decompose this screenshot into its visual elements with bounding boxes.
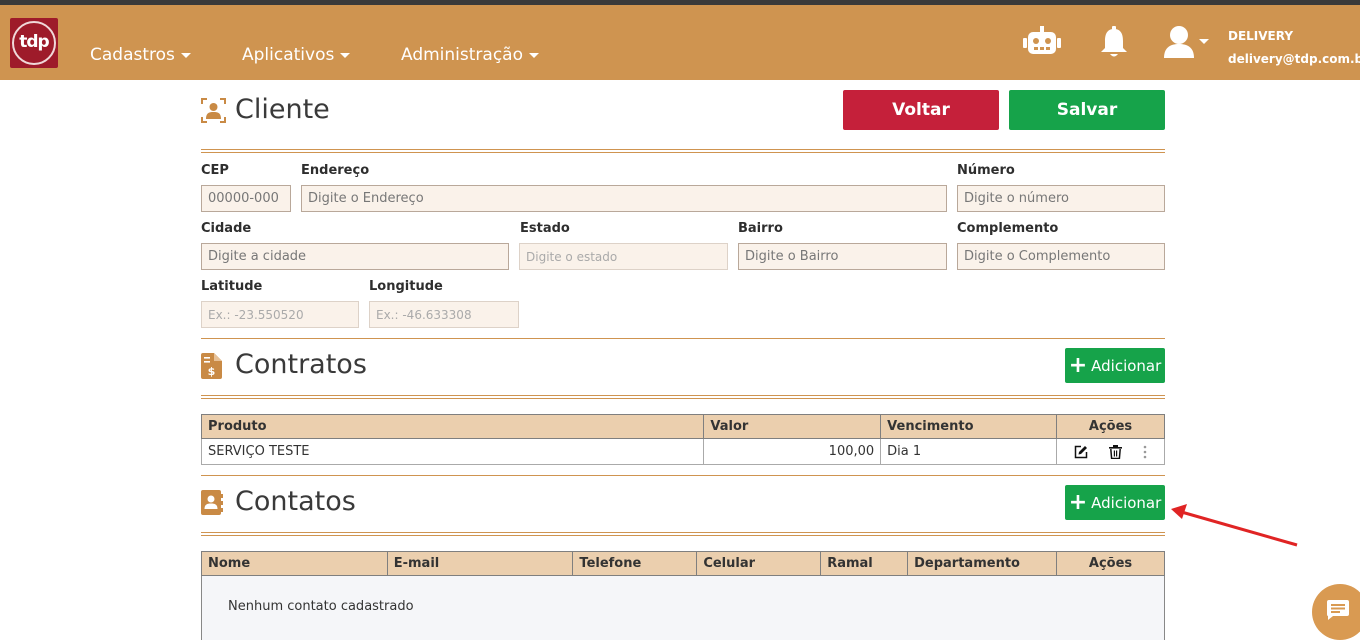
caret-down-icon [180, 52, 191, 58]
bairro-label: Bairro [738, 221, 783, 236]
caret-down-icon [340, 52, 351, 58]
add-contato-label: Adicionar [1091, 493, 1162, 512]
table-header-row: Produto Valor Vencimento Ações [200, 414, 1165, 439]
estado-label: Estado [520, 221, 570, 236]
menu-aplicativos-label: Aplicativos [242, 45, 335, 65]
add-contrato-button[interactable]: + Adicionar [1065, 348, 1165, 383]
column-header: Celular [696, 551, 822, 576]
column-header: Nome [201, 551, 388, 576]
column-header: E-mail [386, 551, 574, 576]
contract-icon: $ [201, 353, 222, 379]
latitude-input[interactable]: Ex.: -23.550520 [201, 301, 359, 328]
numero-label: Número [957, 163, 1015, 178]
contratos-table: Produto Valor Vencimento Ações SERVIÇO T… [200, 414, 1165, 465]
divider [201, 338, 1165, 339]
column-header: Valor [703, 414, 882, 439]
svg-text:$: $ [208, 365, 216, 378]
chat-button[interactable] [1312, 584, 1360, 640]
complemento-input[interactable]: Digite o Complemento [957, 243, 1165, 270]
valor-cell: 100,00 [703, 438, 882, 465]
logo-text: tdp [19, 32, 49, 52]
robot-icon[interactable] [1023, 26, 1061, 58]
cep-input[interactable]: 00000-000 [201, 185, 291, 212]
estado-input[interactable]: Digite o estado [519, 243, 728, 270]
cidade-label: Cidade [201, 221, 252, 236]
column-header: Ações [1056, 551, 1165, 576]
numero-input[interactable]: Digite o número [957, 185, 1165, 212]
navbar: tdp Cadastros Aplicativos Administração … [0, 5, 1360, 80]
contratos-title: Contratos [235, 349, 367, 380]
column-header: Departamento [907, 551, 1058, 576]
user-name[interactable]: DELIVERY [1228, 29, 1293, 43]
contatos-title: Contatos [235, 486, 356, 517]
caret-down-icon [529, 52, 539, 58]
menu-cadastros[interactable]: Cadastros [90, 45, 191, 65]
tdp-logo[interactable]: tdp [10, 18, 58, 68]
divider [201, 149, 1165, 153]
column-header: Telefone [572, 551, 698, 576]
cep-label: CEP [201, 163, 229, 178]
menu-administracao[interactable]: Administração [401, 45, 539, 65]
plus-icon: + [1068, 352, 1088, 378]
actions-cell [1056, 438, 1165, 465]
divider [201, 395, 1165, 399]
empty-message: Nenhum contato cadastrado [228, 599, 414, 614]
longitude-input[interactable]: Ex.: -46.633308 [369, 301, 519, 328]
save-button[interactable]: Salvar [1009, 90, 1165, 130]
longitude-label: Longitude [369, 279, 443, 294]
trash-icon[interactable] [1109, 444, 1123, 459]
menu-cadastros-label: Cadastros [90, 45, 175, 65]
page-title: Cliente [235, 94, 330, 125]
edit-icon[interactable] [1074, 445, 1088, 459]
column-header: Produto [200, 414, 705, 439]
table-row: SERVIÇO TESTE 100,00 Dia 1 [200, 438, 1165, 465]
menu-aplicativos[interactable]: Aplicativos [242, 45, 351, 65]
user-icon[interactable] [1163, 25, 1209, 59]
column-header: Vencimento [880, 414, 1058, 439]
chat-icon [1327, 600, 1349, 620]
arrow-annotation [1171, 504, 1298, 547]
divider [201, 532, 1165, 536]
add-contrato-label: Adicionar [1091, 356, 1162, 375]
latitude-label: Latitude [201, 279, 263, 294]
endereco-label: Endereço [301, 163, 370, 178]
bairro-input[interactable]: Digite o Bairro [738, 243, 947, 270]
column-header: Ramal [820, 551, 909, 576]
column-header: Ações [1056, 414, 1165, 439]
vencimento-cell: Dia 1 [880, 438, 1058, 465]
empty-contacts-state: Nenhum contato cadastrado [201, 576, 1165, 640]
bell-icon[interactable] [1100, 26, 1128, 58]
add-contato-button[interactable]: + Adicionar [1065, 485, 1165, 520]
client-icon [201, 98, 226, 123]
endereco-input[interactable]: Digite o Endereço [301, 185, 947, 212]
user-email[interactable]: delivery@tdp.com.br [1228, 52, 1360, 66]
divider [201, 475, 1165, 476]
contatos-table: Nome E-mail Telefone Celular Ramal Depar… [201, 551, 1165, 576]
plus-icon: + [1068, 489, 1088, 515]
menu-administracao-label: Administração [401, 45, 523, 65]
back-button[interactable]: Voltar [843, 90, 999, 130]
cidade-input[interactable]: Digite a cidade [201, 243, 509, 270]
contact-book-icon [201, 490, 223, 515]
more-options-icon[interactable] [1143, 445, 1147, 459]
complemento-label: Complemento [957, 221, 1059, 236]
table-header-row: Nome E-mail Telefone Celular Ramal Depar… [201, 551, 1165, 576]
produto-cell: SERVIÇO TESTE [200, 438, 705, 465]
